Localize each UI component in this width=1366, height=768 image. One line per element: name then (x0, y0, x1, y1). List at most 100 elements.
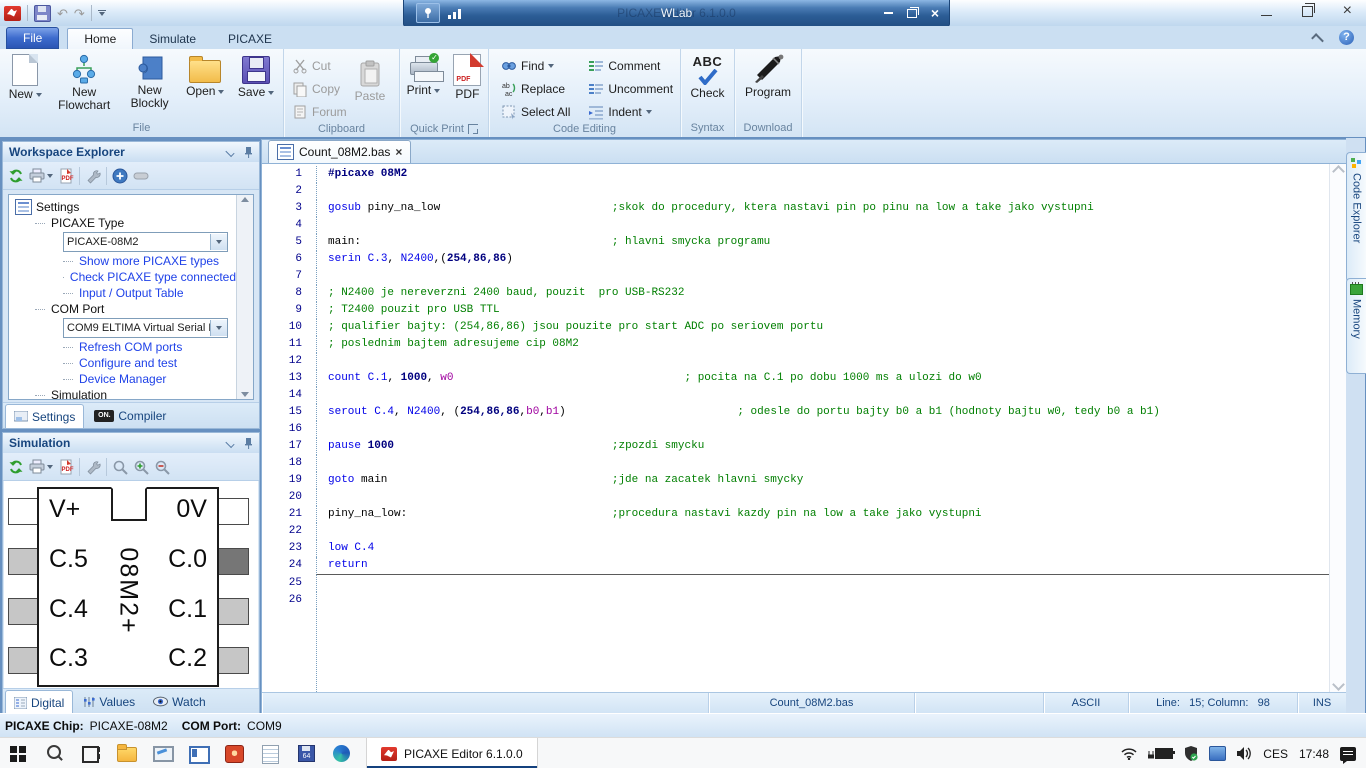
taskbar-app-button[interactable]: PICAXE Editor 6.1.0.0 (366, 738, 538, 768)
code-line[interactable]: 19goto main ;jde na zacatek hlavni smyck… (262, 472, 1329, 489)
find-button[interactable]: Find (497, 55, 574, 76)
options-wrench-icon[interactable] (85, 459, 101, 475)
taskview-icon[interactable] (72, 738, 108, 768)
restore-button[interactable] (1302, 6, 1313, 17)
tab-simulate[interactable]: Simulate (133, 29, 212, 49)
code-line[interactable]: 17pause 1000 ;zpozdi smycku (262, 438, 1329, 455)
refresh-icon[interactable] (8, 168, 24, 184)
scroll-up-icon[interactable] (241, 197, 249, 202)
dropdown-arrow-icon[interactable] (210, 320, 227, 336)
code-line[interactable]: 1#picaxe 08M2 (262, 166, 1329, 183)
forum-button[interactable]: Forum (288, 101, 351, 122)
zoom-in-icon[interactable] (133, 459, 149, 475)
scroll-up-icon[interactable] (1332, 165, 1345, 178)
paste-button[interactable]: Paste (351, 59, 390, 104)
scroll-down-icon[interactable] (241, 392, 249, 397)
code-line[interactable]: 6serin C.3, N2400,(254,86,86) (262, 251, 1329, 268)
code-line[interactable]: 15serout C.4, N2400, (254,86,86,b0,b1) ;… (262, 404, 1329, 421)
code-line[interactable]: 8; N2400 je nereverzni 2400 baud, pouzit… (262, 285, 1329, 302)
tab-memory[interactable]: Memory (1346, 278, 1366, 374)
zoom-icon[interactable] (112, 459, 128, 475)
code-line[interactable]: 10; qualifier bajty: (254,86,86) jsou po… (262, 319, 1329, 336)
collapse-ribbon-icon[interactable] (1311, 33, 1324, 46)
code-line[interactable]: 22 (262, 523, 1329, 540)
clock[interactable]: 17:48 (1299, 747, 1329, 761)
qat-customize-icon[interactable] (98, 10, 106, 16)
open-button[interactable]: Open (182, 53, 228, 99)
edge-icon[interactable] (324, 738, 360, 768)
code-line[interactable]: 11; poslednim bajtem adresujeme cip 08M2 (262, 336, 1329, 353)
tab-watch[interactable]: Watch (145, 689, 214, 714)
tree-node-settings[interactable]: Settings (15, 199, 236, 215)
code-line[interactable]: 18 (262, 455, 1329, 472)
code-line[interactable]: 13count C.1, 1000, w0 ; pocita na C.1 po… (262, 370, 1329, 387)
volume-icon[interactable] (1237, 747, 1252, 760)
close-tab-icon[interactable]: × (395, 147, 402, 157)
battery-icon[interactable] (1148, 748, 1173, 759)
dropdown-arrow-icon[interactable] (210, 234, 227, 250)
code-line[interactable]: 23low C.4 (262, 540, 1329, 557)
com-port-select[interactable]: COM9 ELTIMA Virtual Serial F (63, 318, 228, 338)
panel-pin-icon[interactable] (244, 437, 253, 449)
tab-settings[interactable]: Settings (5, 404, 84, 428)
link-refresh-com-ports[interactable]: Refresh COM ports (63, 339, 236, 355)
pin-c0[interactable] (218, 548, 249, 575)
new-button[interactable]: New (5, 53, 46, 102)
print-dropdown[interactable] (29, 459, 53, 475)
comment-button[interactable]: Comment (584, 55, 677, 76)
serial-port-utility-icon[interactable] (1209, 746, 1226, 761)
wlab-restore-button[interactable] (907, 9, 917, 18)
refresh-icon[interactable] (8, 459, 24, 475)
start-icon[interactable] (0, 738, 36, 768)
link-device-manager[interactable]: Device Manager (63, 371, 236, 387)
check-button[interactable]: ABC Check (682, 53, 734, 101)
print-dropdown[interactable] (29, 168, 53, 184)
tab-picaxe[interactable]: PICAXE (212, 29, 288, 49)
link-input-output-table[interactable]: Input / Output Table (63, 285, 236, 301)
tab-values[interactable]: Values (75, 689, 143, 714)
program-button[interactable]: Program (741, 53, 795, 100)
code-line[interactable]: 20 (262, 489, 1329, 506)
floppy64-icon[interactable] (288, 738, 324, 768)
collapse-all-icon[interactable] (133, 168, 149, 184)
code-line[interactable]: 21piny_na_low: ;procedura nastavi kazdy … (262, 506, 1329, 523)
code-line[interactable]: 9; T2400 pouzit pro USB TTL (262, 302, 1329, 319)
code-line[interactable]: 24return (262, 557, 1329, 575)
print-button[interactable]: ✓ Print (403, 53, 445, 98)
wlab-minimize-button[interactable] (884, 12, 893, 14)
tab-home[interactable]: Home (67, 28, 133, 49)
code-line[interactable]: 4 (262, 217, 1329, 234)
tree-node-simulation[interactable]: Simulation (35, 387, 236, 399)
link-configure-and-test[interactable]: Configure and test (63, 355, 236, 371)
pdf-button[interactable]: PDF (449, 53, 485, 102)
security-shield-icon[interactable] (1184, 746, 1198, 761)
uncomment-button[interactable]: Uncomment (584, 78, 677, 99)
zoom-out-icon[interactable] (154, 459, 170, 475)
pin-c2[interactable] (218, 647, 249, 674)
new-blockly-button[interactable]: New Blockly (123, 53, 177, 111)
code-empty-area[interactable] (262, 609, 1329, 692)
link-show-more-picaxe-types[interactable]: Show more PICAXE types (63, 253, 236, 269)
new-flowchart-button[interactable]: New Flowchart (51, 53, 117, 113)
pin-icon[interactable] (416, 3, 440, 23)
minimize-button[interactable] (1261, 15, 1272, 16)
code-line[interactable]: 25 (262, 575, 1329, 592)
code-line[interactable]: 16 (262, 421, 1329, 438)
picaxe-type-select[interactable]: PICAXE-08M2 (63, 232, 228, 252)
redo-icon[interactable]: ↷ (74, 7, 85, 20)
code-line[interactable]: 7 (262, 268, 1329, 285)
panel-menu-icon[interactable] (225, 147, 234, 156)
app-logo-icon[interactable] (4, 6, 21, 21)
scroll-down-icon[interactable] (1332, 678, 1345, 691)
tab-file[interactable]: File (6, 27, 59, 49)
replace-button[interactable]: abac Replace (497, 78, 574, 99)
export-pdf-icon[interactable]: PDF (58, 168, 74, 184)
panel-icon[interactable] (180, 738, 216, 768)
pin-c3[interactable] (8, 647, 39, 674)
tree-node-picaxe-type[interactable]: PICAXE Type (35, 215, 236, 231)
language-indicator[interactable]: CES (1263, 747, 1288, 761)
select-all-button[interactable]: Select All (497, 101, 574, 122)
export-pdf-icon[interactable]: PDF (58, 459, 74, 475)
action-center-icon[interactable] (1340, 747, 1356, 761)
pin-0v[interactable] (218, 498, 249, 525)
